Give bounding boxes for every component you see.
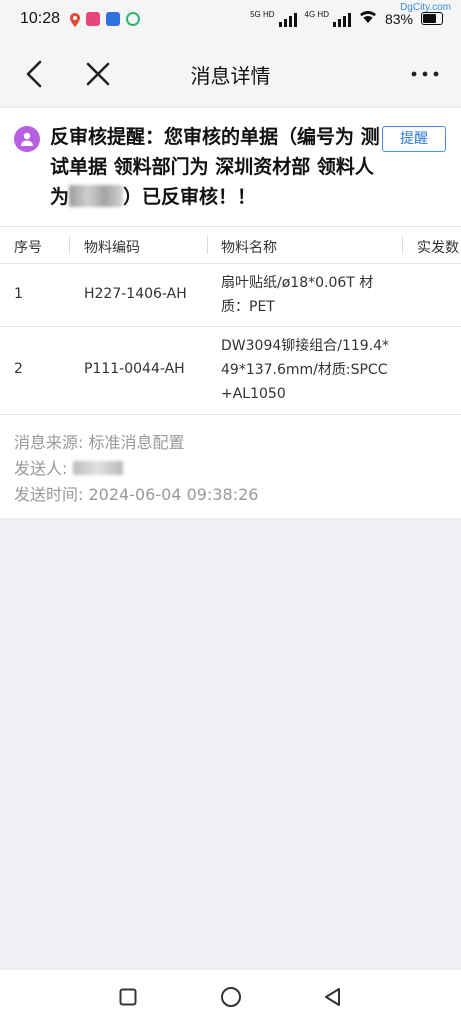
notification-icons (70, 12, 140, 27)
header-code: 物料编码 (84, 240, 140, 256)
material-table: 序号 物料编码 物料名称 实发数 1 H227-1406-AH 扇叶贴纸/ø18… (0, 226, 461, 415)
battery-percent: 83% (384, 10, 413, 27)
header-name: 物料名称 (221, 240, 277, 256)
table-row: 2 P111-0044-AH DW3094铆接组合/119.4*49*137.6… (0, 327, 461, 415)
signal-5g-icon: 5G HD (250, 10, 297, 27)
back-nav-button[interactable] (320, 984, 346, 1010)
status-bar: 10:28 DgCity.com 5G HD 4G HD 83% (0, 0, 461, 40)
header-index: 序号 (14, 240, 42, 256)
system-navigation-bar (0, 970, 461, 1024)
redacted-name (69, 185, 124, 207)
recent-apps-button[interactable] (115, 984, 141, 1010)
redacted-sender (72, 461, 123, 475)
wifi-icon (359, 10, 377, 27)
message-meta: 消息来源: 标准消息配置 发送人: 发送时间: 2024-06-04 09:38… (14, 430, 258, 508)
message-title-suffix: ）已反审核！！ (123, 186, 257, 208)
status-time: 10:28 (20, 10, 61, 27)
square-icon (119, 988, 137, 1006)
message-time: 发送时间: 2024-06-04 09:38:26 (14, 485, 259, 504)
remind-button[interactable]: 提醒 (382, 126, 446, 152)
more-button[interactable] (405, 54, 445, 94)
triangle-back-icon (325, 988, 340, 1006)
user-avatar-icon (14, 126, 40, 152)
more-dots-icon (411, 71, 439, 77)
message-sender: 发送人: (14, 456, 258, 482)
home-button[interactable] (218, 984, 244, 1010)
row-index: 2 (14, 361, 23, 377)
header-quantity: 实发数 (417, 240, 459, 256)
table-row: 1 H227-1406-AH 扇叶贴纸/ø18*0.06T 材质：PET (0, 264, 461, 327)
message-card: 反审核提醒：您审核的单据（编号为 测试单据 领料部门为 深圳资材部 领料人为 ）已… (0, 108, 461, 518)
battery-icon (421, 12, 443, 25)
wallet-app-icon (126, 12, 140, 26)
page-title: 消息详情 (190, 64, 271, 88)
column-divider (402, 236, 403, 254)
row-code: P111-0044-AH (84, 361, 185, 377)
column-divider (207, 236, 208, 254)
signal-4g-icon: 4G HD (305, 10, 351, 27)
nav-bar: 消息详情 (0, 40, 461, 106)
table-header-row: 序号 物料编码 物料名称 实发数 (0, 227, 461, 264)
row-name: DW3094铆接组合/119.4*49*137.6mm/材质:SPCC+AL10… (221, 338, 390, 402)
message-source: 消息来源: 标准消息配置 (14, 433, 185, 452)
chat-app-icon (106, 12, 120, 26)
column-divider (69, 236, 70, 254)
status-right: 5G HD 4G HD 83% (250, 10, 443, 27)
row-name: 扇叶贴纸/ø18*0.06T 材质：PET (221, 275, 374, 315)
row-code: H227-1406-AH (84, 286, 187, 302)
message-title: 反审核提醒：您审核的单据（编号为 测试单据 领料部门为 深圳资材部 领料人为 ）已… (50, 122, 380, 212)
row-index: 1 (14, 286, 23, 302)
circle-icon (221, 987, 241, 1007)
location-pin-icon (70, 12, 80, 27)
app-notification-icon (86, 12, 100, 26)
